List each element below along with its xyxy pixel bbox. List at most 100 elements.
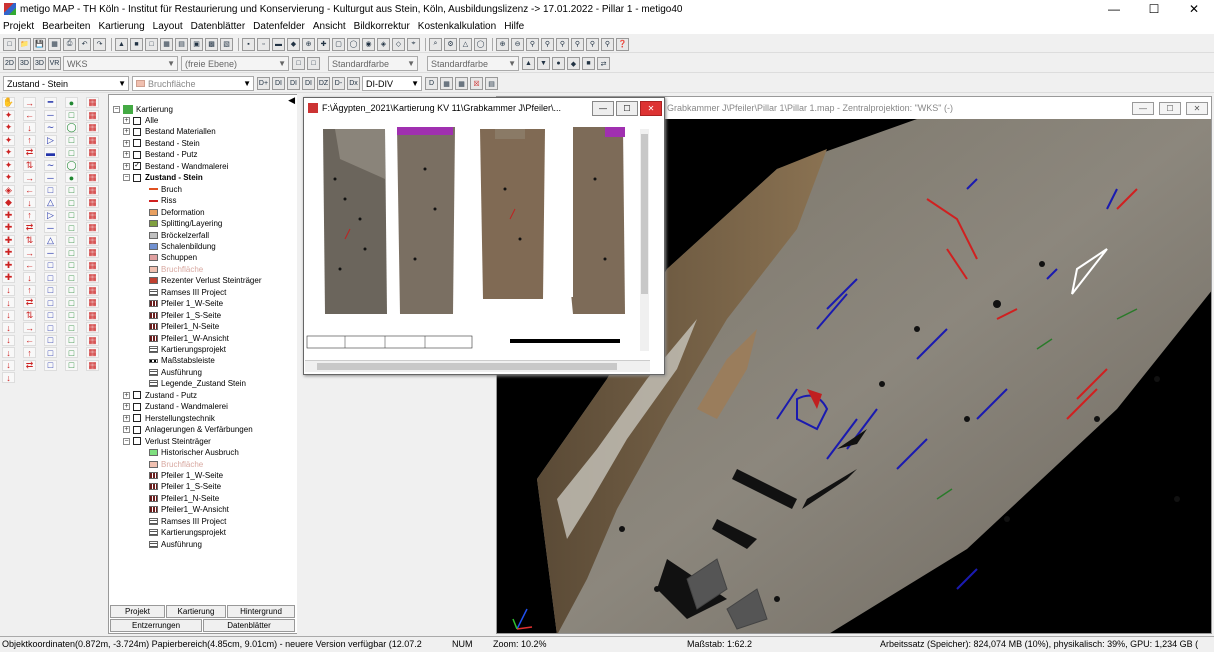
node-icon[interactable]: ◈: [377, 37, 390, 51]
pan-icon[interactable]: ⌕: [429, 37, 442, 51]
mark3-icon[interactable]: ▬: [272, 37, 285, 51]
draw-tool-41-icon[interactable]: ↓: [23, 197, 36, 208]
layer2-combo[interactable]: Bruchfläche ▼: [132, 76, 254, 91]
draw-tool-48-icon[interactable]: □: [65, 209, 78, 221]
zoom-next-icon[interactable]: ⚲: [571, 37, 584, 51]
draw-tool-102-icon[interactable]: □: [44, 347, 57, 358]
tree-item[interactable]: Kartierungsprojekt: [149, 528, 226, 537]
draw-tool-92-icon[interactable]: □: [44, 322, 57, 333]
fill-icon[interactable]: ■: [130, 37, 143, 51]
draw-tool-79-icon[interactable]: ▦: [86, 284, 99, 296]
expand-icon[interactable]: +: [123, 391, 130, 399]
zoom-prev-icon[interactable]: ⚲: [556, 37, 569, 51]
menu-ansicht[interactable]: Ansicht: [313, 21, 346, 32]
din-z-button[interactable]: DZ: [317, 77, 330, 90]
draw-tool-10-icon[interactable]: ✦: [2, 122, 15, 133]
draw-tool-47-icon[interactable]: ▷: [44, 209, 57, 221]
layout-icon[interactable]: ▦: [48, 37, 61, 51]
draw-tool-29-icon[interactable]: ▦: [86, 159, 99, 171]
draw-tool-103-icon[interactable]: □: [65, 347, 78, 358]
tree-item[interactable]: Maßstabsleiste: [149, 356, 215, 365]
draw-tool-34-icon[interactable]: ▦: [86, 172, 99, 183]
draw-tool-27-icon[interactable]: ∼: [44, 159, 57, 171]
tool-a-icon[interactable]: ▲: [522, 57, 535, 70]
draw-tool-30-icon[interactable]: ✦: [2, 172, 15, 183]
draw-tool-46-icon[interactable]: ↑: [23, 209, 36, 221]
split-icon[interactable]: ▩: [205, 37, 218, 51]
draw-tool-22-icon[interactable]: ▬: [44, 147, 57, 158]
draw-tool-105-icon[interactable]: ↓: [2, 359, 15, 371]
view3d-close-button[interactable]: ✕: [1186, 101, 1208, 115]
draw-tool-4-icon[interactable]: ▦: [86, 97, 99, 108]
draw-tool-76-icon[interactable]: ↑: [23, 284, 36, 296]
din-1-button[interactable]: DI: [272, 77, 285, 90]
draw-tool-11-icon[interactable]: ↓: [23, 122, 36, 133]
redo-icon[interactable]: ↷: [93, 37, 106, 51]
view-3d-alt-button[interactable]: 3D: [33, 57, 46, 70]
draw-tool-36-icon[interactable]: ←: [23, 184, 36, 196]
draw-tool-73-icon[interactable]: □: [65, 272, 78, 283]
draw-tool-7-icon[interactable]: ─: [44, 109, 57, 121]
close-button[interactable]: ✕: [1174, 0, 1214, 18]
draw-tool-87-icon[interactable]: □: [44, 309, 57, 321]
layer-checkbox[interactable]: [133, 402, 141, 411]
tree-item[interactable]: Schuppen: [149, 253, 197, 262]
tree-item[interactable]: Bruch: [149, 185, 182, 194]
draw-tool-55-icon[interactable]: ✚: [2, 234, 15, 246]
draw-tool-8-icon[interactable]: □: [65, 109, 78, 121]
tab-projekt[interactable]: Projekt: [110, 605, 165, 618]
tool-b-icon[interactable]: ▼: [537, 57, 550, 70]
tree-item[interactable]: Pfeiler1_W-Ansicht: [149, 334, 229, 343]
draw-tool-63-icon[interactable]: □: [65, 247, 78, 258]
expand-icon[interactable]: +: [123, 414, 130, 422]
zoom-page-icon[interactable]: ⚲: [601, 37, 614, 51]
tree-item[interactable]: Ramses III Project: [149, 517, 226, 526]
menu-projekt[interactable]: Projekt: [3, 21, 34, 32]
view-2d-button[interactable]: 2D: [3, 57, 16, 70]
draw-tool-43-icon[interactable]: □: [65, 197, 78, 208]
draw-tool-12-icon[interactable]: ∼: [44, 122, 57, 133]
collapse-panel-icon[interactable]: ◀: [288, 95, 295, 106]
expand-icon[interactable]: +: [123, 139, 130, 147]
node2-icon[interactable]: ◇: [392, 37, 405, 51]
draw-tool-90-icon[interactable]: ↓: [2, 322, 15, 333]
tab-hintergrund[interactable]: Hintergrund: [227, 605, 295, 618]
tree-item[interactable]: Historischer Ausbruch: [149, 448, 239, 457]
tree-item[interactable]: + Herstellungstechnik: [123, 414, 215, 423]
menu-kartierung[interactable]: Kartierung: [99, 21, 145, 32]
layer-checkbox[interactable]: [133, 414, 141, 423]
open-icon[interactable]: 📁: [18, 37, 31, 51]
draw-tool-107-icon[interactable]: □: [44, 359, 57, 371]
color2-combo[interactable]: Standardfarbe ▼: [427, 56, 519, 71]
draw-tool-1-icon[interactable]: →: [23, 97, 36, 108]
child-scroll-thumb[interactable]: [317, 363, 617, 370]
layer-checkbox[interactable]: ✓: [133, 162, 141, 171]
maximize-button[interactable]: ☐: [1134, 0, 1174, 18]
draw-tool-54-icon[interactable]: ▦: [86, 222, 99, 233]
map-child-window[interactable]: F:\Ägypten_2021\Kartierung KV 11\Grabkam…: [303, 97, 665, 375]
draw-tool-26-icon[interactable]: ⇅: [23, 159, 36, 171]
zoom-fit-icon[interactable]: ⚲: [526, 37, 539, 51]
tree-item[interactable]: − Verlust Steinträger: [123, 437, 211, 446]
draw-tool-83-icon[interactable]: □: [65, 297, 78, 308]
draw-tool-16-icon[interactable]: ↑: [23, 134, 36, 146]
draw-tool-84-icon[interactable]: ▦: [86, 297, 99, 308]
collapse-icon[interactable]: −: [123, 174, 130, 182]
tab-datenblaetter[interactable]: Datenblätter: [203, 619, 295, 632]
draw-tool-70-icon[interactable]: ✚: [2, 272, 15, 283]
din-combo[interactable]: DI-DIV ▼: [362, 76, 422, 91]
panel-icon[interactable]: ▤: [175, 37, 188, 51]
tree-item[interactable]: Pfeiler 1_S-Seite: [149, 311, 221, 320]
plane-edit-button[interactable]: □: [307, 57, 320, 70]
draw-tool-44-icon[interactable]: ▦: [86, 197, 99, 208]
expand-icon[interactable]: +: [123, 426, 130, 434]
draw-tool-98-icon[interactable]: □: [65, 334, 78, 346]
din-3-button[interactable]: DI: [302, 77, 315, 90]
chart-icon[interactable]: ▤: [485, 77, 498, 90]
tab-entzerrungen[interactable]: Entzerrungen: [110, 619, 202, 632]
draw-tool-60-icon[interactable]: ✚: [2, 247, 15, 258]
draw-tool-24-icon[interactable]: ▦: [86, 147, 99, 158]
view-3d-button[interactable]: 3D: [18, 57, 31, 70]
view-vr-button[interactable]: VR: [48, 57, 61, 70]
draw-tool-5-icon[interactable]: ✦: [2, 109, 15, 121]
